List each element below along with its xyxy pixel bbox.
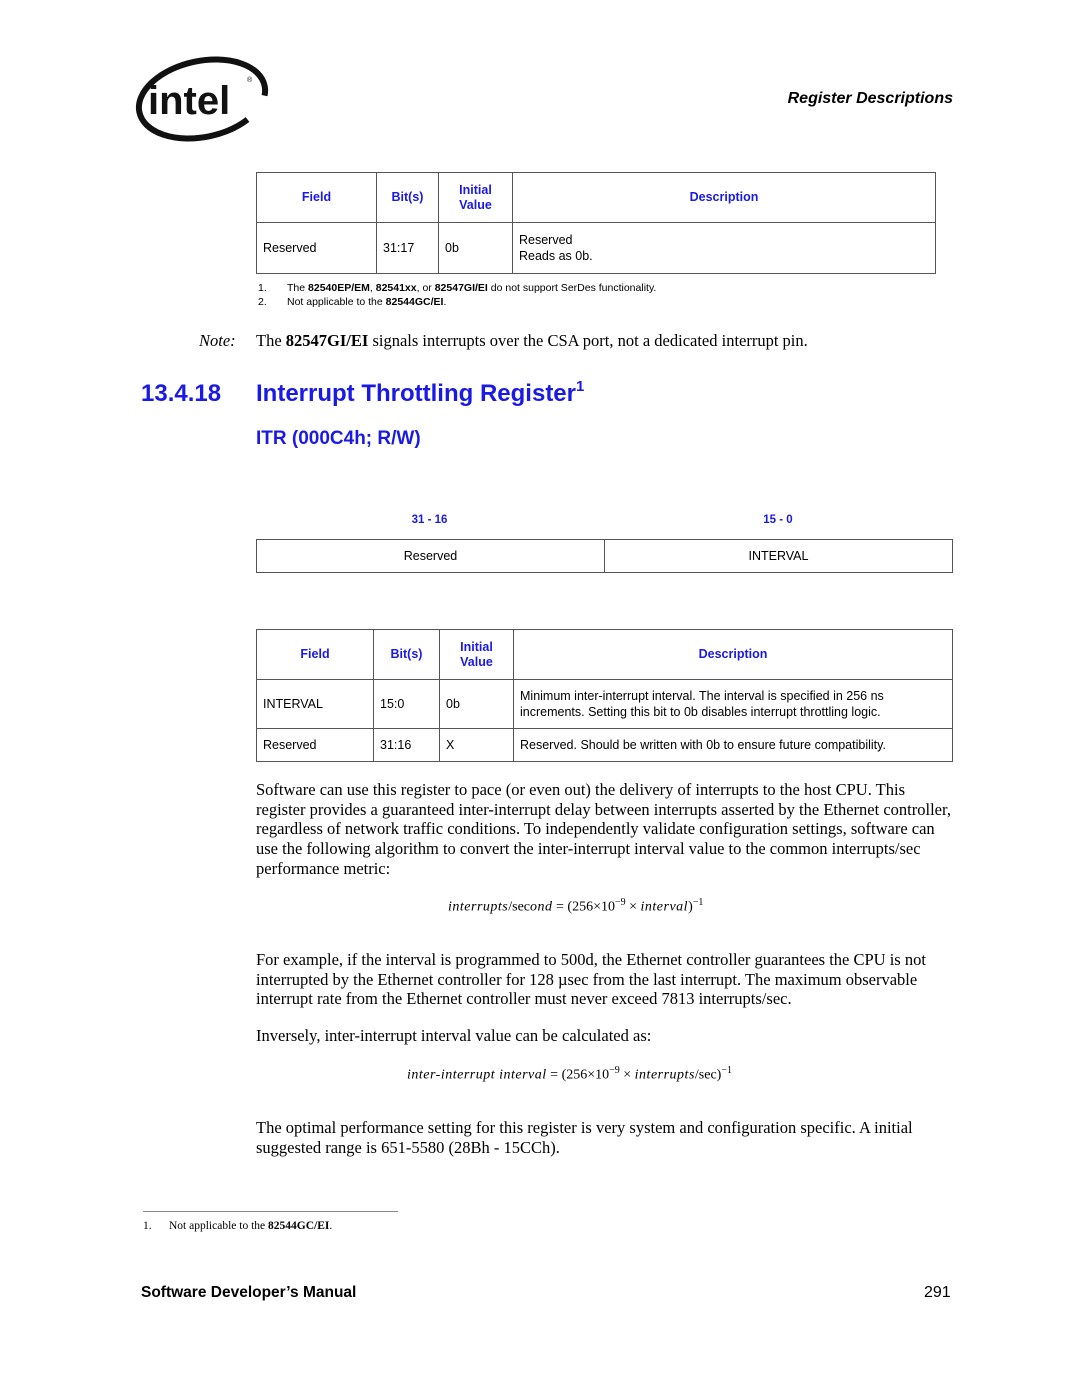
running-head: Register Descriptions xyxy=(787,90,953,107)
cell-description: Reserved. Should be written with 0b to e… xyxy=(513,728,953,762)
cell-description: Reserved Reads as 0b. xyxy=(512,222,936,274)
page-number: 291 xyxy=(924,1284,951,1301)
table-footnotes: 1. The 82540EP/EM, 82541xx, or 82547GI/EI… xyxy=(258,281,656,309)
footnote-ref[interactable]: 1 xyxy=(576,378,584,395)
intel-logo: intel ® xyxy=(134,54,270,144)
paragraph: For example, if the interval is programm… xyxy=(256,950,926,1009)
cell-description: Minimum inter-interrupt interval. The in… xyxy=(513,679,953,729)
paragraph: The optimal performance setting for this… xyxy=(256,1118,913,1157)
header-bits: Bit(s) xyxy=(373,629,440,680)
header-description: Description xyxy=(513,629,953,680)
page-footnote: 1. Not applicable to the 82544GC/EI. xyxy=(143,1220,333,1232)
header-field: Field xyxy=(256,172,377,223)
paragraph: Inversely, inter-interrupt interval valu… xyxy=(256,1026,652,1045)
register-table-previous: Field Bit(s) Initial Value Description Re… xyxy=(256,172,936,274)
cell-bits: 31:17 xyxy=(376,222,439,274)
header-initial-value: Initial Value xyxy=(438,172,513,223)
footnote-divider xyxy=(143,1211,398,1212)
section-number: 13.4.18 xyxy=(141,380,222,407)
cell-initial: X xyxy=(439,728,514,762)
footer-title: Software Developer’s Manual xyxy=(141,1284,357,1301)
cell-bits: 31:16 xyxy=(373,728,440,762)
bit-range-high: 31 - 16 xyxy=(411,514,448,526)
logo-text: intel xyxy=(148,79,230,123)
header-bits: Bit(s) xyxy=(376,172,439,223)
equation-interrupts-per-second: interrupts/second = (256×10−9 × interval… xyxy=(448,897,704,915)
intel-logo-icon: intel ® xyxy=(135,56,269,142)
bitmap-field-interval: INTERVAL xyxy=(748,549,809,563)
note-label: Note: xyxy=(199,331,236,350)
cell-bits: 15:0 xyxy=(373,679,440,729)
paragraph: Software can use this register to pace (… xyxy=(256,780,951,878)
bitmap-field-reserved: Reserved xyxy=(257,540,605,572)
equation-inter-interrupt-interval: inter-interrupt interval = (256×10−9 × i… xyxy=(407,1065,732,1083)
header-description: Description xyxy=(512,172,936,223)
table-header-row: Field Bit(s) Initial Value Description xyxy=(256,629,953,680)
cell-initial: 0b xyxy=(438,222,513,274)
header-field: Field xyxy=(256,629,374,680)
register-subtitle: ITR (000C4h; R/W) xyxy=(256,428,421,449)
table-row: INTERVAL 15:0 0b Minimum inter-interrupt… xyxy=(256,679,953,729)
table-footnote: 2. Not applicable to the 82544GC/EI. xyxy=(258,296,447,308)
bit-range-low: 15 - 0 xyxy=(763,514,793,526)
table-footnote: 1. The 82540EP/EM, 82541xx, or 82547GI/EI… xyxy=(258,282,657,294)
section-title: Interrupt Throttling Register xyxy=(256,380,576,407)
itr-field-table: Field Bit(s) Initial Value Description IN… xyxy=(256,629,953,762)
register-bitmap: Reserved INTERVAL xyxy=(256,539,953,573)
svg-text:®: ® xyxy=(247,76,253,84)
section-heading: 13.4.18 Interrupt Throttling Register1 xyxy=(141,378,584,408)
cell-field: Reserved xyxy=(256,222,377,274)
table-row: Reserved 31:17 0b Reserved Reads as 0b. xyxy=(256,222,936,274)
cell-field: Reserved xyxy=(256,728,374,762)
cell-field: INTERVAL xyxy=(256,679,374,729)
note: Note: The 82547GI/EI signals interrupts o… xyxy=(199,331,808,350)
table-header-row: Field Bit(s) Initial Value Description xyxy=(256,172,936,223)
header-initial-value: Initial Value xyxy=(439,629,514,680)
table-row: Reserved 31:16 X Reserved. Should be wri… xyxy=(256,728,953,762)
cell-initial: 0b xyxy=(439,679,514,729)
